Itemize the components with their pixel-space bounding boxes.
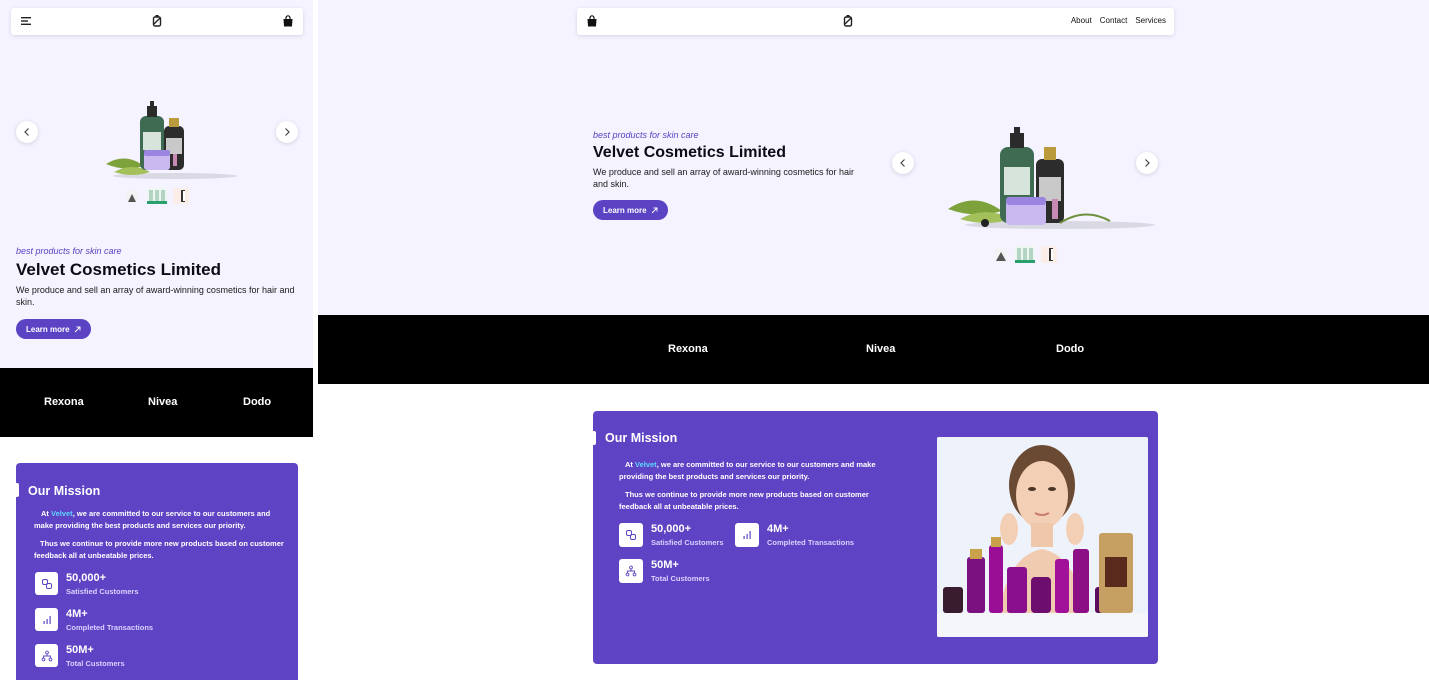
mission-paragraph-2: Thus we continue to provide more new pro… [619,490,869,511]
product-thumbnails [995,246,1057,263]
stat-value: 4M+ [66,608,88,620]
chevron-left-icon [900,159,905,167]
desktop-navbar: About Contact Services [577,8,1174,35]
hierarchy-icon [625,565,637,577]
nav-links: About Contact Services [1071,16,1166,25]
mission-paragraph-2: Thus we continue to provide more new pro… [34,539,284,560]
mission-title: Our Mission [28,484,101,498]
nav-link-contact[interactable]: Contact [1100,16,1128,25]
stat-satisfied-customers: 50,000+ Satisfied Customers [619,523,724,547]
mobile-brands-strip: Rexona Nivea Dodo [0,368,313,437]
stat-value: 50M+ [66,644,94,656]
mission-paragraph-1: At Velvet, we are committed to our servi… [34,508,288,532]
link-icon [41,578,52,589]
link-icon [626,530,636,540]
hero-description: We produce and sell an array of award-wi… [593,167,854,189]
desktop-hero-text: best products for skin care Velvet Cosme… [593,130,868,220]
stat-value: 50,000+ [651,523,692,535]
shopping-bag-icon[interactable] [585,14,599,28]
mission-p1-prefix: At [625,460,635,469]
chevron-right-icon [285,128,290,136]
brand-nivea: Nivea [148,396,178,408]
stat-total-customers: 50M+ Total Customers [619,559,710,583]
hero-description: We produce and sell an array of award-wi… [16,285,295,307]
bar-chart-icon [743,531,751,539]
brand-dodo: Dodo [1056,343,1085,355]
mobile-hero-text: best products for skin care Velvet Cosme… [16,246,301,339]
learn-more-button[interactable]: Learn more [593,200,668,220]
arrow-up-right-icon [74,326,81,332]
arrow-up-right-icon [651,207,658,213]
stat-label: Completed Transactions [767,538,855,547]
stat-label: Total Customers [651,574,710,583]
desktop-mission-card: Our Mission At Velvet, we are committed … [590,411,1158,664]
desktop-brands-strip: Rexona Nivea Dodo [318,315,1429,384]
hero-title: Velvet Cosmetics Limited [16,260,222,279]
stat-label: Total Customers [66,659,125,668]
stat-label: Satisfied Customers [651,538,724,547]
carousel-prev-button[interactable] [892,152,914,174]
hero-tagline: best products for skin care [16,246,122,256]
learn-more-label: Learn more [603,205,647,215]
hero-tagline: best products for skin care [593,130,699,140]
desktop-view: About Contact Services best products for… [318,0,1429,680]
mission-marker [13,483,19,497]
learn-more-label: Learn more [26,324,70,334]
brand-rexona: Rexona [668,343,708,355]
bar-chart-icon [43,615,51,624]
mission-p1-suffix: , we are committed to our service to our… [619,460,876,481]
mission-marker [590,431,596,445]
mobile-view: best products for skin care Velvet Cosme… [0,0,313,680]
stat-completed-transactions: 4M+ Completed Transactions [735,523,854,547]
chevron-left-icon [24,128,29,136]
product-image [948,127,1155,229]
stat-label: Completed Transactions [66,623,154,632]
hamburger-menu-icon[interactable] [19,14,33,28]
carousel-next-button[interactable] [276,121,298,143]
stat-value: 50,000+ [66,572,107,584]
stat-label: Satisfied Customers [66,587,139,596]
stat-value: 50M+ [651,559,679,571]
mission-highlight: Velvet [635,460,657,469]
mission-paragraph-1: At Velvet, we are committed to our servi… [619,459,899,483]
hierarchy-icon [41,650,52,661]
nav-link-about[interactable]: About [1071,16,1092,25]
nav-link-services[interactable]: Services [1135,16,1166,25]
brand-rexona: Rexona [44,396,84,408]
mission-p1-prefix: At [41,509,51,518]
mission-photo [937,437,1148,637]
stat-value: 4M+ [767,523,789,535]
stat-completed-transactions: 4M+ Completed Transactions [35,608,153,632]
stat-satisfied-customers: 50,000+ Satisfied Customers [35,572,139,596]
learn-more-button[interactable]: Learn more [16,319,91,339]
shopping-bag-icon[interactable] [281,14,295,28]
product-thumbnails [127,188,189,204]
logo-icon[interactable] [150,14,164,28]
model-with-products-image [937,437,1148,637]
brand-dodo: Dodo [243,396,272,408]
desktop-hero [318,0,1429,315]
stat-total-customers: 50M+ Total Customers [35,644,125,668]
hero-title: Velvet Cosmetics Limited [593,144,786,161]
brand-nivea: Nivea [866,343,896,355]
logo-icon[interactable] [841,14,855,28]
mobile-mission-card: Our Mission At Velvet, we are committed … [13,463,298,680]
carousel-prev-button[interactable] [16,121,38,143]
mobile-navbar [11,8,303,35]
product-image [106,101,237,179]
mission-title: Our Mission [605,431,678,445]
mission-highlight: Velvet [51,509,73,518]
